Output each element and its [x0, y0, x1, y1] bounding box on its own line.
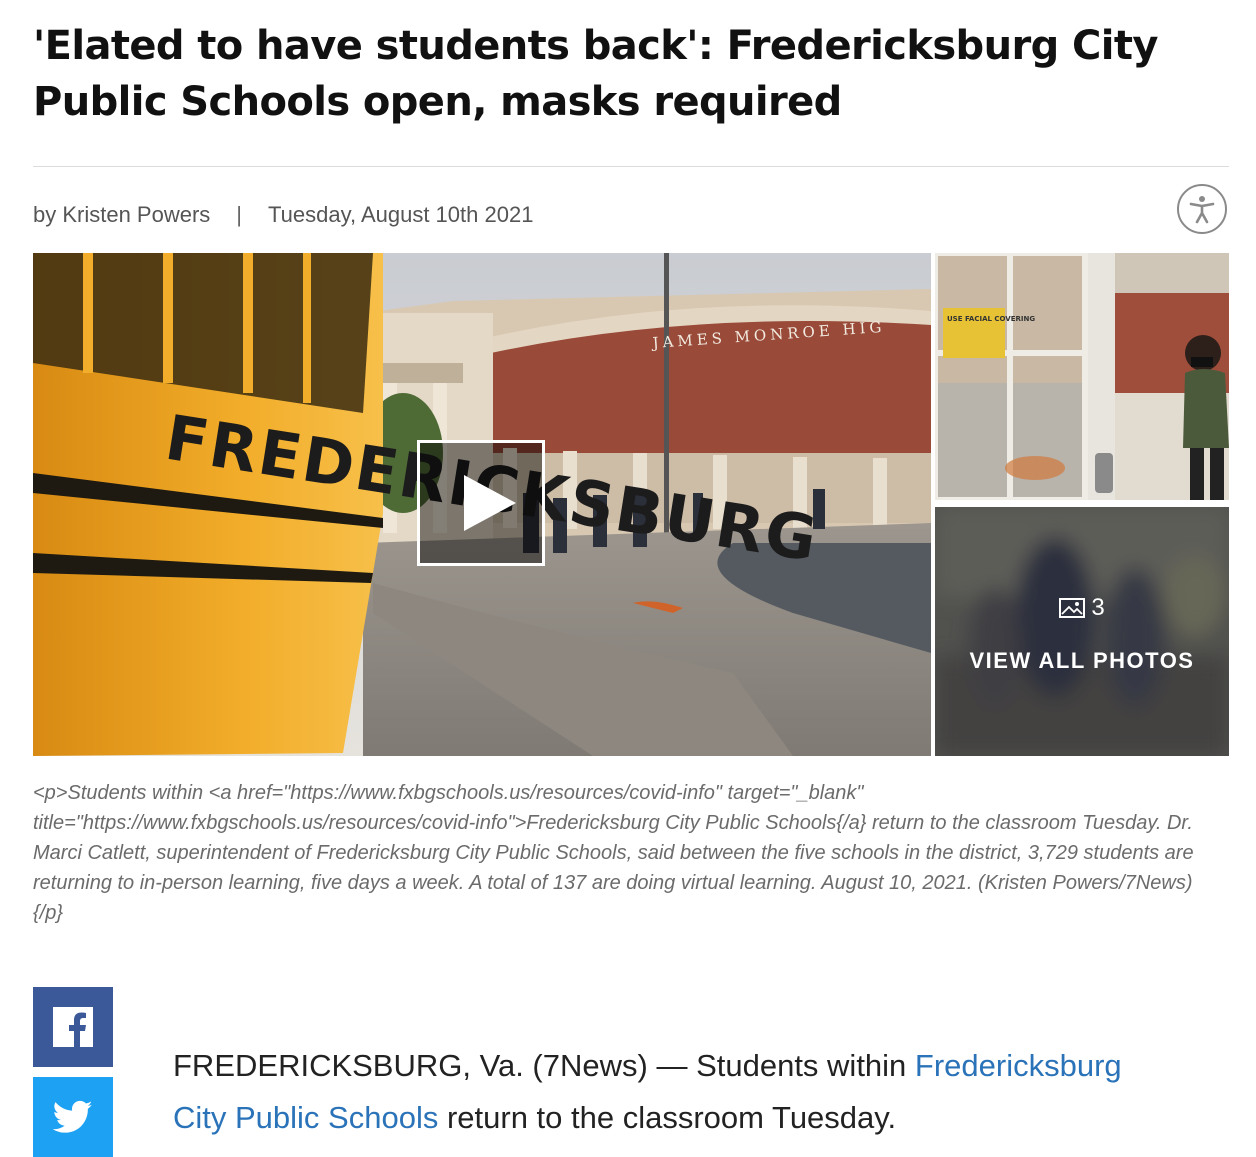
photo-count-value: 3 — [1091, 594, 1105, 621]
photo-count: 3 — [935, 593, 1229, 623]
accessibility-icon — [1189, 196, 1215, 224]
article-headline: 'Elated to have students back': Frederic… — [33, 23, 1158, 125]
view-all-overlay: 3 VIEW ALL PHOTOS — [935, 507, 1229, 756]
header-divider — [33, 166, 1229, 167]
author-name: by Kristen Powers — [33, 202, 211, 227]
article-page: 'Elated to have students back': Frederic… — [0, 0, 1256, 1157]
byline-separator: | — [236, 202, 243, 227]
article-lead-paragraph: FREDERICKSBURG, Va. (7News) — Students w… — [173, 1040, 1183, 1144]
video-play-button[interactable] — [417, 440, 545, 566]
byline: by Kristen Powers | Tuesday, August 10th 2… — [33, 200, 533, 230]
accessibility-button[interactable] — [1177, 184, 1227, 234]
publish-date: Tuesday, August 10th 2021 — [268, 202, 534, 227]
share-facebook-button[interactable] — [33, 987, 113, 1067]
main-photo[interactable]: FREDERICKSBURG JAMES MONROE HIG — [33, 253, 931, 756]
view-all-photos-tile[interactable]: 3 VIEW ALL PHOTOS — [935, 507, 1229, 756]
play-icon — [464, 475, 516, 531]
door-sign: USE FACIAL COVERING — [947, 315, 1035, 323]
lead-text-prefix: FREDERICKSBURG, Va. (7News) — Students w… — [173, 1048, 915, 1083]
photo-caption: <p>Students within <a href="https://www.… — [33, 782, 1194, 924]
gallery-thumbnail[interactable]: USE FACIAL COVERING — [935, 253, 1229, 500]
facebook-icon — [53, 1007, 93, 1047]
share-twitter-button[interactable] — [33, 1077, 113, 1157]
lead-text-suffix: return to the classroom Tuesday. — [438, 1100, 897, 1135]
view-all-photos-label: VIEW ALL PHOTOS — [969, 648, 1195, 673]
twitter-icon — [53, 1100, 93, 1133]
image-gallery-icon — [1059, 598, 1086, 618]
school-door-photo: USE FACIAL COVERING — [935, 253, 1229, 500]
